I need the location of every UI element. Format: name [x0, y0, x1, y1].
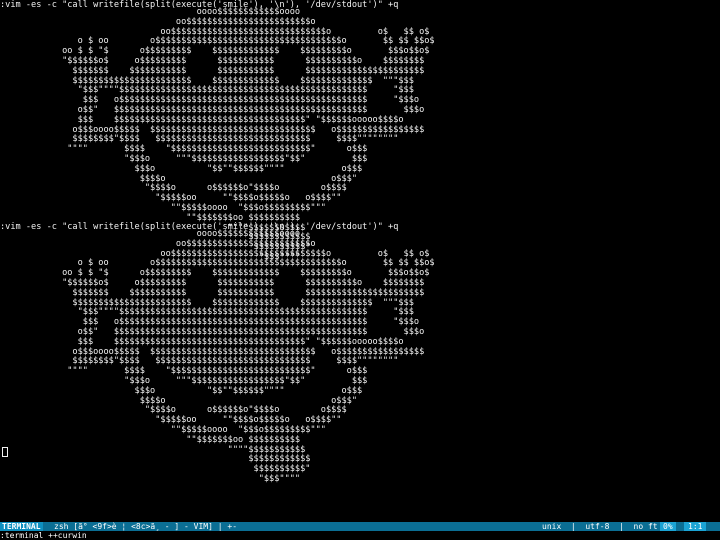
- terminal-cursor: [2, 447, 8, 457]
- terminal-pane[interactable]: :vim -es -c "call writefile(split(execut…: [0, 0, 720, 522]
- file-format-info: unix | utf-8 | no ft: [542, 522, 658, 531]
- cursor-position: 1:1: [684, 522, 707, 531]
- command-input[interactable]: :terminal ++curwin: [0, 531, 720, 540]
- status-bar: TERMINAL zsh [ã° <9f>è ¦ <8c>ã¸ - ] - VI…: [0, 522, 720, 531]
- buffer-name: zsh [ã° <9f>è ¦ <8c>ã¸ - ] - VIM] | +-: [54, 522, 238, 531]
- mode-indicator: TERMINAL: [0, 522, 43, 531]
- smile-art-2: oooo$$$$$$$$$$$$oooo oo$$$$$$$$$$$$$$$$$…: [62, 229, 435, 484]
- scroll-percent: 0%: [660, 522, 676, 531]
